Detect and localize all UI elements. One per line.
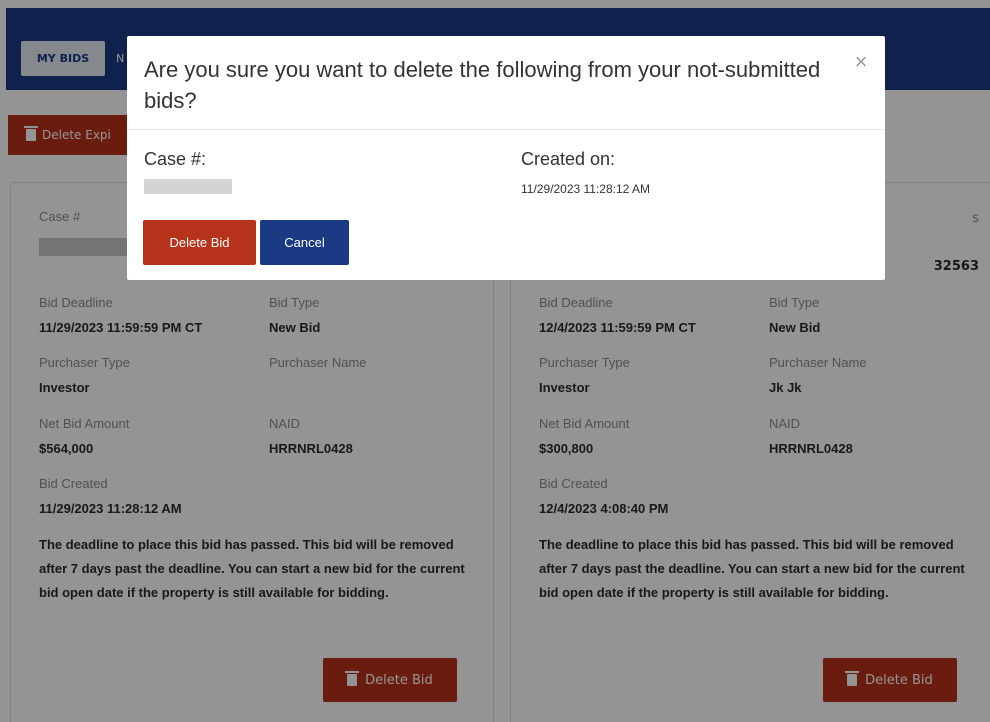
dialog-header: Are you sure you want to delete the foll… — [127, 36, 885, 130]
confirm-delete-button[interactable]: Delete Bid — [143, 220, 256, 265]
close-icon[interactable]: × — [847, 48, 875, 76]
cancel-button[interactable]: Cancel — [260, 220, 349, 265]
dialog-created-value: 11/29/2023 11:28:12 AM — [521, 182, 650, 196]
delete-confirmation-dialog: Are you sure you want to delete the foll… — [127, 36, 885, 280]
dialog-case-label: Case #: — [144, 149, 207, 169]
dialog-created-label: Created on: — [521, 149, 616, 169]
dialog-case-number-redacted — [144, 179, 232, 194]
dialog-title: Are you sure you want to delete the foll… — [144, 57, 821, 113]
